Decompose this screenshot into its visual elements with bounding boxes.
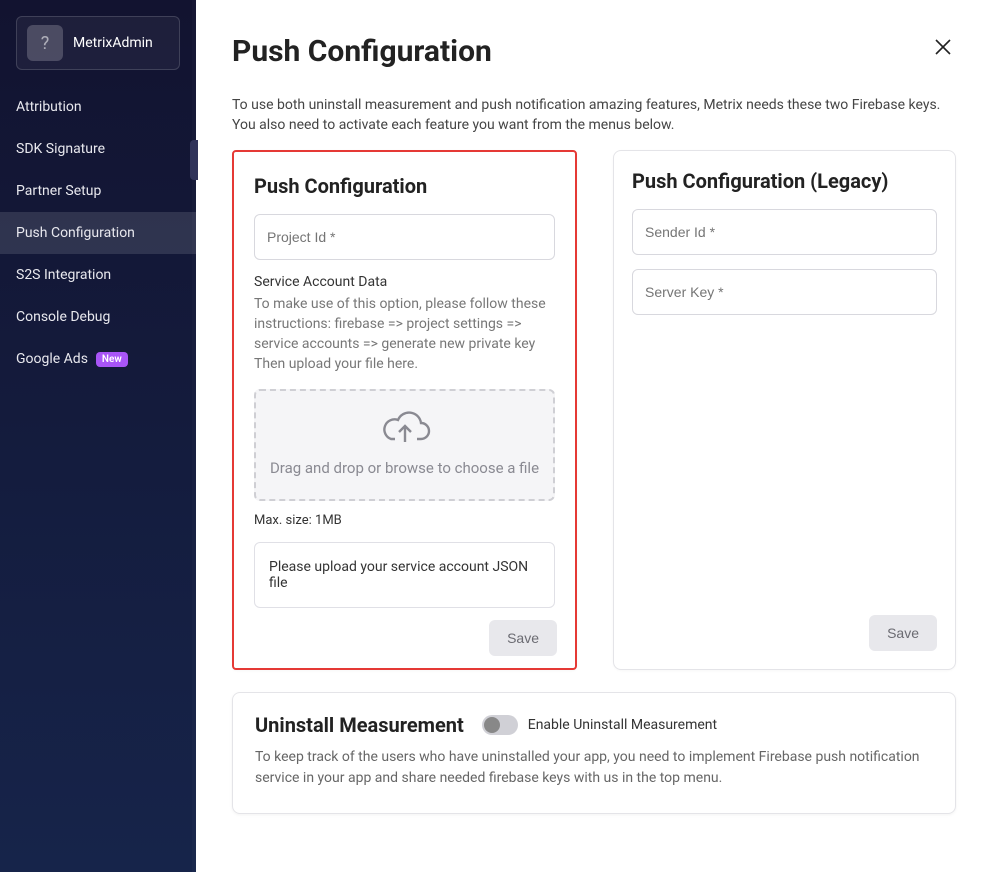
service-account-help: To make use of this option, please follo… [254,294,555,375]
brand-name: MetrixAdmin [73,35,153,51]
close-icon [934,38,952,56]
page-header: Push Configuration [232,34,956,69]
new-badge: New [96,352,128,367]
project-id-input[interactable] [254,214,555,260]
push-card-footer: Save [252,620,557,656]
upload-note: Please upload your service account JSON … [254,542,555,608]
cloud-upload-icon [379,409,431,449]
nav-label: Console Debug [16,309,110,325]
nav-label: Partner Setup [16,183,101,199]
uninstall-title: Uninstall Measurement [255,713,464,737]
cards-row: Push Configuration Service Account Data … [232,150,956,670]
nav-label: SDK Signature [16,141,105,157]
nav-item-push-configuration[interactable]: Push Configuration [0,212,196,254]
nav-label: Attribution [16,99,82,115]
legacy-save-button[interactable]: Save [869,615,937,651]
nav-item-google-ads[interactable]: Google Ads New [0,338,196,380]
nav-item-console-debug[interactable]: Console Debug [0,296,196,338]
brand-box[interactable]: ? MetrixAdmin [16,16,180,70]
sidebar-nav: Attribution SDK Signature Partner Setup … [0,86,196,380]
uninstall-header: Uninstall Measurement Enable Uninstall M… [255,713,933,737]
server-key-input[interactable] [632,269,937,315]
dropzone-text: Drag and drop or browse to choose a file [264,459,545,477]
main-content: Push Configuration To use both uninstall… [196,0,992,872]
nav-label: Google Ads [16,351,88,367]
uninstall-toggle[interactable] [482,715,518,735]
push-card-title: Push Configuration [254,174,555,198]
sidebar-collapse-handle[interactable] [190,140,198,180]
push-config-card: Push Configuration Service Account Data … [232,150,577,670]
file-dropzone[interactable]: Drag and drop or browse to choose a file [254,389,555,501]
sender-id-input[interactable] [632,209,937,255]
brand-avatar: ? [27,25,63,61]
nav-label: S2S Integration [16,267,111,283]
push-save-button[interactable]: Save [489,620,557,656]
nav-item-attribution[interactable]: Attribution [0,86,196,128]
service-account-label: Service Account Data [254,274,555,290]
uninstall-description: To keep track of the users who have unin… [255,747,933,789]
uninstall-toggle-wrap: Enable Uninstall Measurement [482,715,717,735]
legacy-card-title: Push Configuration (Legacy) [632,169,937,193]
uninstall-card: Uninstall Measurement Enable Uninstall M… [232,692,956,814]
nav-label: Push Configuration [16,225,135,241]
page-description: To use both uninstall measurement and pu… [232,95,952,136]
nav-item-s2s-integration[interactable]: S2S Integration [0,254,196,296]
sidebar-edge [192,0,196,872]
legacy-card-footer: Save [632,615,937,651]
nav-item-sdk-signature[interactable]: SDK Signature [0,128,196,170]
close-button[interactable] [930,34,956,64]
max-size-hint: Max. size: 1MB [254,513,555,528]
toggle-knob [484,717,500,733]
sidebar: ? MetrixAdmin Attribution SDK Signature … [0,0,196,872]
uninstall-toggle-label: Enable Uninstall Measurement [528,717,717,733]
page-title: Push Configuration [232,34,492,69]
nav-item-partner-setup[interactable]: Partner Setup [0,170,196,212]
legacy-config-card: Push Configuration (Legacy) Save [613,150,956,670]
